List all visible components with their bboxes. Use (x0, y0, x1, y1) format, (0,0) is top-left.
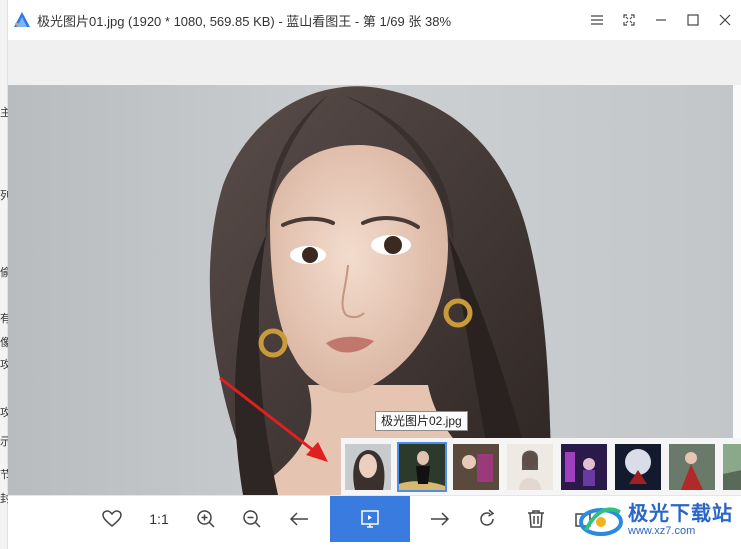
bg-glyph: 节 (0, 468, 8, 481)
trash-icon (528, 510, 544, 528)
fullscreen-icon (623, 14, 635, 26)
rotate-button[interactable] (471, 496, 503, 542)
top-spacer-bar (8, 40, 741, 85)
maximize-button[interactable] (677, 0, 709, 40)
bg-glyph: 像 (0, 336, 8, 349)
heart-icon (102, 510, 122, 527)
thumbnail-active[interactable] (397, 441, 447, 492)
slideshow-button[interactable] (330, 496, 410, 542)
thumbnail[interactable] (343, 442, 393, 492)
previous-button[interactable] (283, 496, 315, 542)
image-viewer[interactable] (8, 85, 733, 495)
zoom-out-icon (243, 510, 261, 528)
bg-glyph: 主 (0, 106, 8, 119)
zoom-in-button[interactable] (190, 496, 222, 542)
actual-size-label: 1:1 (149, 511, 169, 527)
watermark-title: 极光下载站 (628, 501, 733, 525)
delete-button[interactable] (520, 496, 552, 542)
bg-glyph: 偷 (0, 266, 8, 279)
minimize-icon (656, 19, 666, 21)
app-window: 列 主 偷 有 像 攻 攻 示 节 封 极光图片01.jpg (1920 * 1… (0, 0, 741, 549)
arrow-left-icon (289, 512, 308, 526)
zoom-in-icon (197, 510, 215, 528)
thumbnail-image (399, 443, 445, 490)
thumbnail[interactable] (613, 442, 663, 492)
thumbnail-image (615, 443, 661, 490)
thumbnail-image (561, 443, 607, 490)
rotate-icon (480, 509, 495, 526)
thumbnail-image (723, 443, 741, 490)
window-controls (581, 0, 741, 40)
portrait-image (8, 85, 733, 495)
thumbnail-strip[interactable] (341, 438, 741, 495)
slideshow-icon (361, 510, 379, 528)
thumbnail[interactable] (667, 442, 717, 492)
watermark-url: www.xz7.com (628, 525, 696, 537)
thumbnail[interactable] (721, 442, 741, 492)
title-bar[interactable]: 极光图片01.jpg (1920 * 1080, 569.85 KB) - 蓝山… (8, 0, 741, 40)
actual-size-button[interactable]: 1:1 (143, 496, 175, 542)
thumbnail[interactable] (451, 442, 501, 492)
bg-glyph: 列 (0, 189, 8, 202)
watermark-swirl-icon (579, 507, 623, 536)
maximize-icon (687, 14, 699, 26)
bg-glyph: 封 (0, 492, 8, 505)
favorite-button[interactable] (96, 496, 128, 542)
next-button[interactable] (424, 496, 456, 542)
bg-glyph: 攻 (0, 358, 8, 371)
watermark-text: 极光下载站 www.xz7.com (628, 503, 733, 537)
window-title: 极光图片01.jpg (1920 * 1080, 569.85 KB) - 蓝山… (37, 13, 452, 29)
close-icon (719, 14, 731, 26)
thumbnail-tooltip: 极光图片02.jpg (375, 411, 468, 431)
close-button[interactable] (709, 0, 741, 40)
fullscreen-button[interactable] (613, 0, 645, 40)
thumbnail[interactable] (559, 442, 609, 492)
bg-glyph: 攻 (0, 406, 8, 419)
menu-icon (591, 15, 603, 25)
minimize-button[interactable] (645, 0, 677, 40)
arrow-right-icon (431, 512, 450, 526)
zoom-out-button[interactable] (236, 496, 268, 542)
bg-glyph: 示 (0, 435, 8, 448)
menu-button[interactable] (581, 0, 613, 40)
thumbnail-image (669, 443, 715, 490)
thumbnail-image (507, 443, 553, 490)
background-window-strip: 列 主 偷 有 像 攻 攻 示 节 封 (0, 0, 8, 549)
thumbnail-image (453, 443, 499, 490)
thumbnail-image (345, 443, 391, 490)
watermark-logo: 极光下载站 www.xz7.com (578, 497, 733, 543)
app-logo-icon (14, 12, 30, 27)
thumbnail[interactable] (505, 442, 555, 492)
bg-glyph: 有 (0, 312, 8, 325)
